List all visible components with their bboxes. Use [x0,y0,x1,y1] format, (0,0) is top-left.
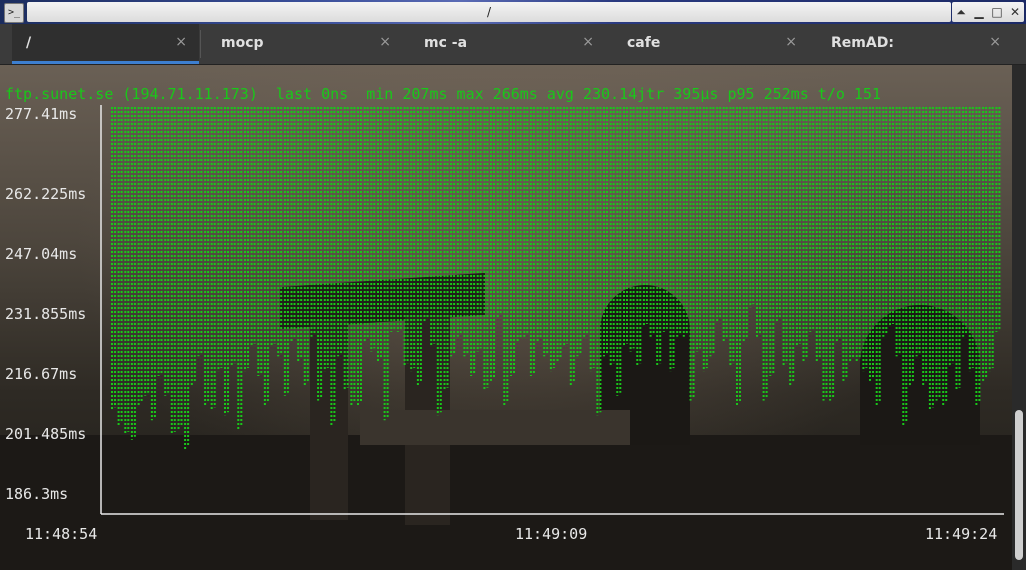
tab-remad[interactable]: RemAD: × [817,24,1013,64]
window-title: / [27,2,951,22]
y-tick-label: 231.855ms [5,305,87,323]
y-tick-label: 201.485ms [5,425,87,443]
terminal-app-icon[interactable]: >_ [4,3,24,23]
tab-label: / [26,35,32,51]
x-tick-label: 11:49:24 [925,525,998,543]
latency-bars [111,107,1001,450]
minimize-icon[interactable]: ▁ [971,5,987,19]
tab-label: RemAD: [831,35,894,51]
maximize-icon[interactable]: □ [989,5,1005,19]
tab-close-icon[interactable]: × [582,34,594,50]
window-controls: ⏶ ▁ □ ✕ [952,2,1024,22]
tab-cafe[interactable]: cafe × [613,24,809,64]
terminal-window: >_ / ⏶ ▁ □ ✕ / × mocp × mc -a × cafe × R… [0,0,1026,570]
x-tick-label: 11:48:54 [25,525,98,543]
title-bar[interactable]: >_ / ⏶ ▁ □ ✕ [0,0,1026,24]
y-tick-label: 277.41ms [5,105,78,123]
y-tick-label: 262.225ms [5,185,87,203]
ping-stats-line: ftp.sunet.se (194.71.11.173) last 0ns mi… [5,85,881,103]
tab-root[interactable]: / × [12,24,199,64]
tab-close-icon[interactable]: × [175,34,187,50]
tab-divider [200,30,201,58]
tab-mc[interactable]: mc -a × [410,24,606,64]
tab-close-icon[interactable]: × [785,34,797,50]
shade-icon[interactable]: ⏶ [953,5,969,20]
latency-plot [100,105,1004,515]
tab-close-icon[interactable]: × [379,34,391,50]
tab-mocp[interactable]: mocp × [207,24,403,64]
y-tick-label: 186.3ms [5,485,69,503]
tab-label: mc -a [424,35,468,51]
y-tick-label: 247.04ms [5,245,78,263]
scrollbar-thumb[interactable] [1015,410,1023,560]
tab-label: cafe [627,35,661,51]
tab-label: mocp [221,35,264,51]
terminal-area[interactable]: ftp.sunet.se (194.71.11.173) last 0ns mi… [0,65,1012,570]
close-icon[interactable]: ✕ [1007,5,1023,19]
y-tick-label: 216.67ms [5,365,78,383]
tab-close-icon[interactable]: × [989,34,1001,50]
x-tick-label: 11:49:09 [515,525,588,543]
terminal-scrollbar[interactable] [1012,65,1026,570]
tab-bar: / × mocp × mc -a × cafe × RemAD: × [0,24,1026,65]
